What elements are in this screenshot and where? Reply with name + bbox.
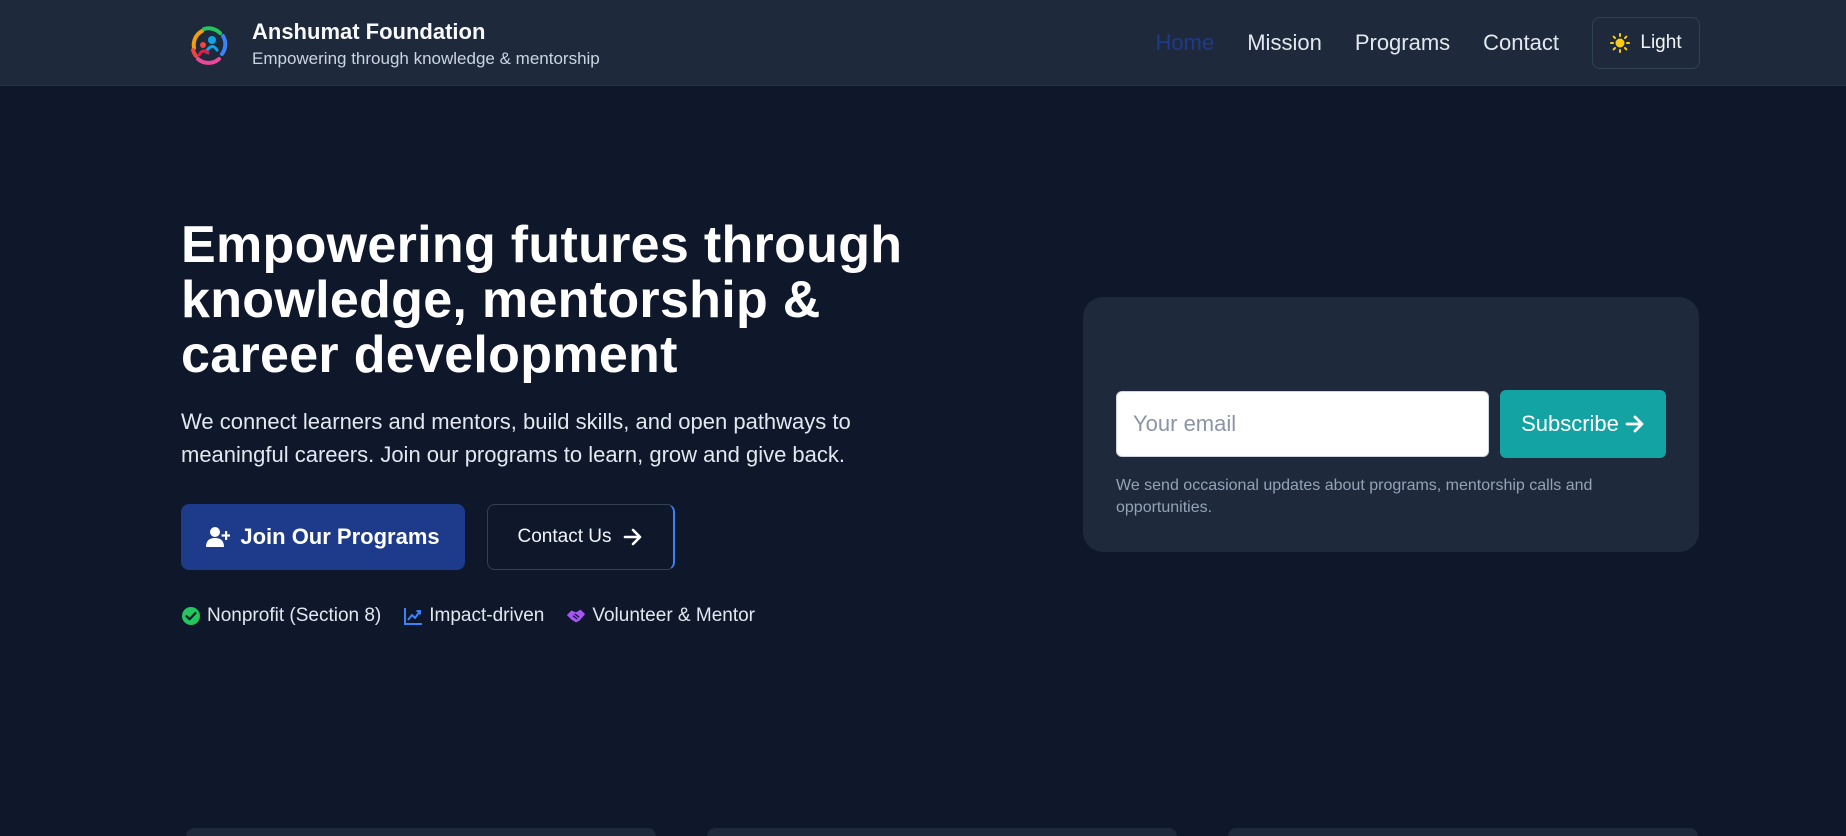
nav-home[interactable]: Home <box>1156 16 1215 70</box>
trust-badges: Nonprofit (Section 8) Impact-driven Volu… <box>181 605 777 627</box>
join-programs-button[interactable]: Join Our Programs <box>181 504 465 570</box>
brand-name: Anshumat Foundation <box>252 19 486 44</box>
badge-volunteer: Volunteer & Mentor <box>566 605 755 627</box>
subscribe-card: Subscribe We send occasional updates abo… <box>1083 297 1699 552</box>
people-circle-logo-icon <box>189 24 229 65</box>
badge-volunteer-label: Volunteer & Mentor <box>592 605 756 626</box>
arrow-right-icon <box>1625 415 1644 433</box>
badge-nonprofit: Nonprofit (Section 8) <box>181 605 381 627</box>
user-plus-icon <box>206 527 231 547</box>
email-input[interactable] <box>1116 391 1489 457</box>
arrow-right-icon <box>624 528 642 546</box>
join-programs-label: Join Our Programs <box>240 524 440 549</box>
nav-contact[interactable]: Contact <box>1483 16 1559 70</box>
main-nav: Home Mission Programs Contact Light <box>1123 16 1700 70</box>
sun-icon <box>1610 33 1631 53</box>
badge-nonprofit-label: Nonprofit (Section 8) <box>207 605 382 626</box>
subscribe-label: Subscribe <box>1521 411 1619 436</box>
check-circle-icon <box>182 607 200 625</box>
site-header: Anshumat Foundation Empowering through k… <box>0 0 1846 86</box>
badge-impact-label: Impact-driven <box>429 605 545 626</box>
subscribe-note: We send occasional updates about program… <box>1116 477 1593 516</box>
brand-tagline: Empowering through knowledge & mentorshi… <box>252 49 600 68</box>
subscribe-button[interactable]: Subscribe <box>1500 390 1666 458</box>
contact-us-label: Contact Us <box>517 526 612 547</box>
feature-card-peek <box>707 828 1177 836</box>
theme-toggle-label: Light <box>1640 32 1682 53</box>
contact-us-button[interactable]: Contact Us <box>487 504 675 570</box>
brand[interactable]: Anshumat Foundation Empowering through k… <box>186 19 600 70</box>
hero-description: We connect learners and mentors, build s… <box>181 409 851 467</box>
nav-programs[interactable]: Programs <box>1355 16 1450 70</box>
feature-card-peek <box>1228 828 1698 836</box>
hero-title: Empowering futures through knowledge, me… <box>181 216 903 384</box>
handshake-icon <box>567 609 586 623</box>
nav-mission[interactable]: Mission <box>1247 16 1322 70</box>
feature-card-peek <box>186 828 656 836</box>
chart-line-icon <box>404 608 423 625</box>
badge-impact: Impact-driven <box>403 605 544 627</box>
theme-toggle-button[interactable]: Light <box>1592 17 1700 69</box>
